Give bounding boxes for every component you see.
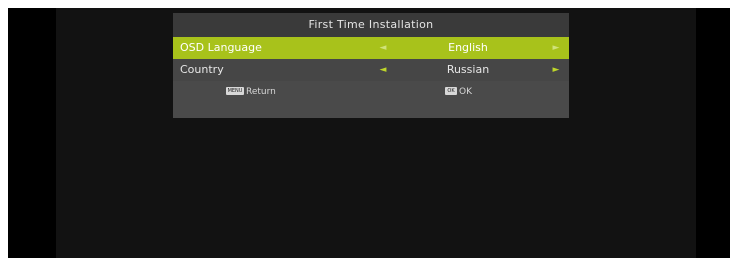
country-label: Country <box>180 63 224 76</box>
left-arrow-icon[interactable]: ◄ <box>378 37 388 59</box>
left-arrow-icon[interactable]: ◄ <box>378 59 388 81</box>
dialog-title: First Time Installation <box>173 13 569 37</box>
ok-key-icon: OK <box>445 86 457 95</box>
first-time-installation-dialog: First Time Installation OSD Language ◄ E… <box>173 13 569 118</box>
ok-hint[interactable]: OK OK <box>445 81 472 103</box>
return-hint[interactable]: MENU Return <box>226 81 276 103</box>
country-row[interactable]: Country ◄ Russian ► <box>173 59 569 81</box>
dialog-footer: MENU Return OK OK <box>173 81 569 103</box>
country-value: Russian <box>446 63 490 76</box>
osd-language-value: English <box>448 41 488 54</box>
right-arrow-icon[interactable]: ► <box>551 37 561 59</box>
menu-key-icon: MENU <box>226 86 244 95</box>
osd-language-label: OSD Language <box>180 41 262 54</box>
ok-label: OK <box>459 87 472 97</box>
osd-language-row[interactable]: OSD Language ◄ English ► <box>173 37 569 59</box>
right-arrow-icon[interactable]: ► <box>551 59 561 81</box>
return-label: Return <box>246 87 276 97</box>
